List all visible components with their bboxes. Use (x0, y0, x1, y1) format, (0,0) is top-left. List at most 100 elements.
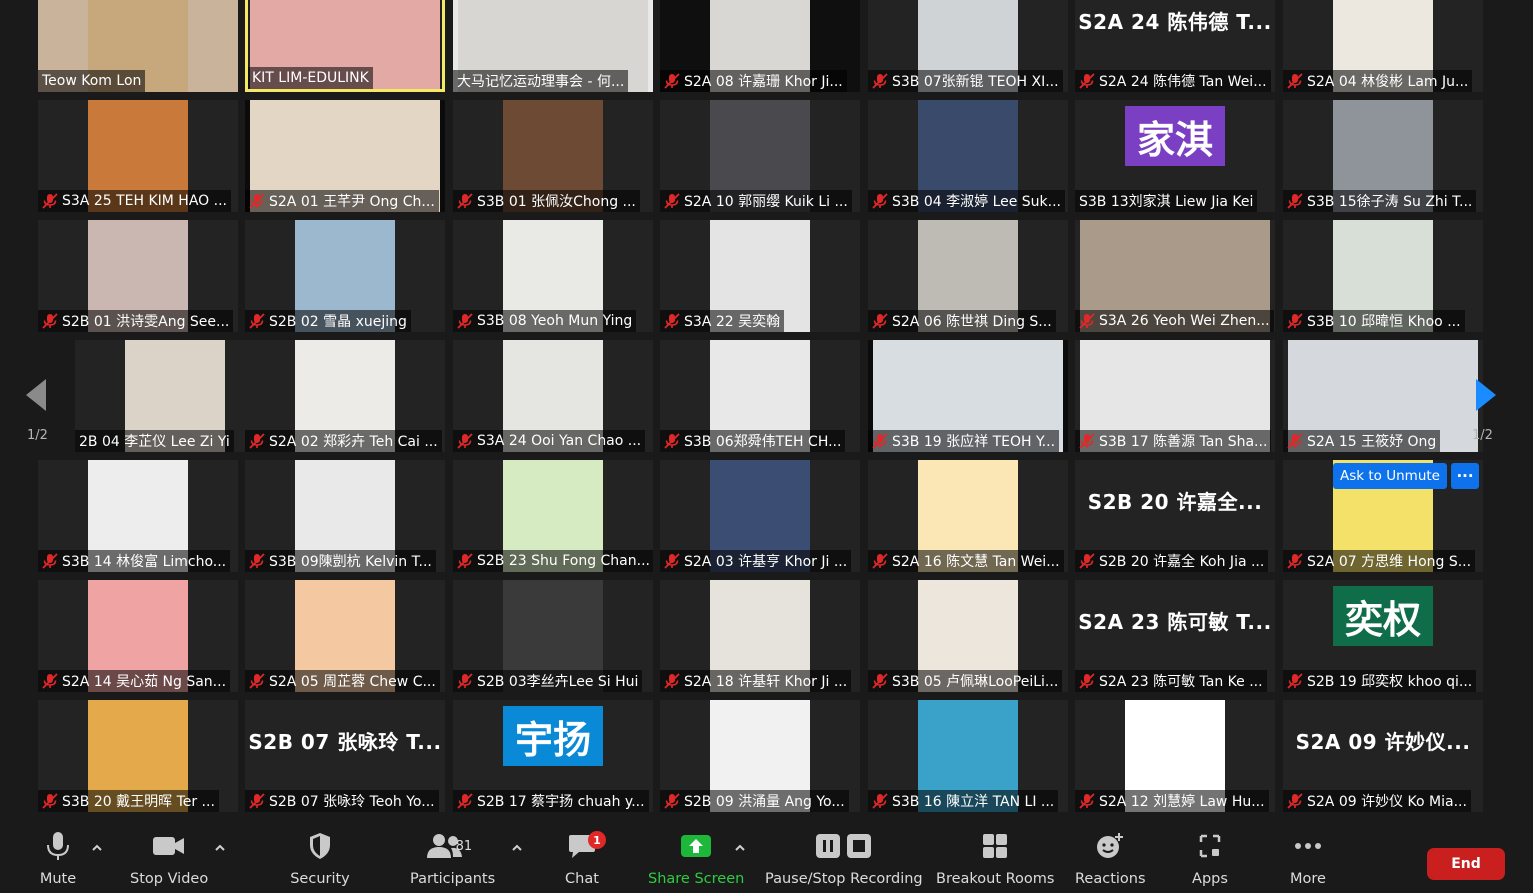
participant-name-tag: S2A 06 陈世祺 Ding S... (868, 310, 1056, 332)
participant-name-tag: S2A 12 刘慧婷 Law Hu... (1075, 790, 1269, 812)
participant-avatar: 奕权 (1333, 586, 1433, 646)
more-button[interactable]: More (1278, 825, 1338, 893)
participant-tile[interactable]: S3B 19 张应祥 TEOH Y... (868, 340, 1068, 452)
participant-name: S2A 23 陈可敏 Tan Ke ... (1099, 674, 1263, 690)
participant-tile[interactable]: S3B 10 邱暐恒 Khoo ... (1283, 220, 1483, 332)
reactions-button[interactable]: Reactions (1075, 825, 1146, 893)
participant-tile[interactable]: S2A 10 郭丽缨 Kuik Li ... (660, 100, 860, 212)
muted-microphone-icon (1079, 553, 1095, 569)
participant-tile[interactable]: 大马记忆运动理事会 - 何... (453, 0, 653, 92)
muted-microphone-icon (872, 553, 888, 569)
participant-tile[interactable]: S3B 08 Yeoh Mun Ying (453, 220, 653, 332)
share-screen-button[interactable]: Share Screen (648, 825, 744, 893)
participant-name-tag: S2A 18 许基轩 Khor Ji ... (660, 670, 852, 692)
participants-button[interactable]: 81 Participants (410, 825, 495, 893)
participant-tile[interactable]: S3B 09陳剴杭 Kelvin T... (245, 460, 445, 572)
participant-name: S2A 02 郑彩卉 Teh Cai ... (269, 434, 438, 450)
participant-tile[interactable]: S2A 01 王芊尹 Ong Ch... (245, 100, 445, 212)
participant-more-button[interactable]: ··· (1451, 463, 1479, 489)
participant-tile[interactable]: S3B 04 李淑婷 Lee Suk... (868, 100, 1068, 212)
participant-name: S3A 25 TEH KIM HAO ... (62, 193, 227, 209)
page-indicator-right: 1/2 (1472, 428, 1493, 443)
share-screen-icon (651, 825, 741, 867)
participant-tile[interactable]: KIT LIM-EDULINK (245, 0, 445, 92)
participant-tile[interactable]: S2A 16 陈文慧 Tan Wei... (868, 460, 1068, 572)
participant-tile[interactable]: S3B 14 林俊富 Limcho... (38, 460, 238, 572)
participant-tile[interactable]: S2A 06 陈世祺 Ding S... (868, 220, 1068, 332)
muted-microphone-icon (457, 313, 473, 329)
participant-tile[interactable]: 家淇 S3B 13刘家淇 Liew Jia Kei (1075, 100, 1275, 212)
participant-name-tag: S2B 01 洪诗雯Ang See... (38, 310, 234, 332)
participant-tile[interactable]: S2A 14 吴心茹 Ng San... (38, 580, 238, 692)
participant-tile[interactable]: S2B 02 雪晶 xuejing (245, 220, 445, 332)
ask-to-unmute-button[interactable]: Ask to Unmute (1333, 463, 1447, 489)
muted-microphone-icon (1079, 313, 1095, 329)
participant-tile[interactable]: S2B 23 Shu Fong Chan... (453, 460, 653, 572)
share-options-chevron-icon[interactable] (733, 840, 747, 854)
participant-name: S3A 22 吴奕翰 (684, 314, 781, 330)
participant-name-tag: 2B 04 李芷仪 Lee Zi Yi (75, 430, 234, 452)
participant-tile[interactable]: S2A 02 郑彩卉 Teh Cai ... (245, 340, 445, 452)
participant-tile[interactable]: S2B 01 洪诗雯Ang See... (38, 220, 238, 332)
next-page-arrow-icon[interactable] (1474, 378, 1498, 412)
recording-label: Pause/Stop Recording (765, 871, 923, 887)
participant-tile[interactable]: S3A 26 Yeoh Wei Zhen... (1075, 220, 1275, 332)
participant-tile[interactable]: S3A 22 吴奕翰 (660, 220, 860, 332)
apps-button[interactable]: Apps (1180, 825, 1240, 893)
participant-tile[interactable]: S3B 07张新锟 TEOH XI... (868, 0, 1068, 92)
participant-tile[interactable]: S2B 07 张咏玲 T... S2B 07 张咏玲 Teoh Yo... (245, 700, 445, 812)
participant-tile[interactable]: S2A 08 许嘉珊 Khor Ji... (660, 0, 860, 92)
participant-tile[interactable]: S2A 23 陈可敏 T... S2A 23 陈可敏 Tan Ke ... (1075, 580, 1275, 692)
end-meeting-button[interactable]: End (1427, 848, 1505, 880)
participant-tile[interactable]: S2A 03 许基亨 Khor Ji ... (660, 460, 860, 572)
muted-microphone-icon (249, 793, 265, 809)
participant-name-tag: S2A 16 陈文慧 Tan Wei... (868, 550, 1064, 572)
security-button[interactable]: Security (290, 825, 350, 893)
chat-button[interactable]: 1 Chat (552, 825, 612, 893)
participant-tile[interactable]: S3B 15徐子涛 Su Zhi T... (1283, 100, 1483, 212)
participant-tile[interactable]: Teow Kom Lon (38, 0, 238, 92)
participant-tile[interactable]: 宇扬 S2B 17 蔡宇扬 chuah y... (453, 700, 653, 812)
participant-tile[interactable]: S3B 05 卢佩琳LooPeiLi... (868, 580, 1068, 692)
participant-tile[interactable]: S3B 20 戴王明晖 Ter ... (38, 700, 238, 812)
participant-tile[interactable]: S3A 24 Ooi Yan Chao ... (453, 340, 653, 452)
participant-tile[interactable]: S2B 20 许嘉全... S2B 20 许嘉全 Koh Jia ... (1075, 460, 1275, 572)
participant-name-tag: S2A 09 许妙仪 Ko Mia... (1283, 790, 1471, 812)
muted-microphone-icon (872, 433, 888, 449)
participant-tile[interactable]: S3B 16 陳立洋 TAN LI ... (868, 700, 1068, 812)
participant-tile[interactable]: S2B 09 洪涌量 Ang Yo... (660, 700, 860, 812)
participant-tile[interactable]: S2A 09 许妙仪... S2A 09 许妙仪 Ko Mia... (1283, 700, 1483, 812)
muted-microphone-icon (872, 193, 888, 209)
stop-video-button[interactable]: Stop Video (130, 825, 208, 893)
participant-name-tag: S2B 20 许嘉全 Koh Jia ... (1075, 550, 1269, 572)
muted-microphone-icon (1287, 313, 1303, 329)
participant-tile[interactable]: S2A 24 陈伟德 T... S2A 24 陈伟德 Tan Wei... (1075, 0, 1275, 92)
participant-tile[interactable]: 奕权 S2B 19 邱奕权 khoo qi... (1283, 580, 1483, 692)
breakout-rooms-button[interactable]: Breakout Rooms (936, 825, 1054, 893)
mute-button[interactable]: Mute (28, 825, 88, 893)
participant-tile[interactable]: S2A 12 刘慧婷 Law Hu... (1075, 700, 1275, 812)
participant-tile[interactable]: S3B 01 张佩汝Chong ... (453, 100, 653, 212)
participant-tile[interactable]: S3B 06郑舜伟TEH CH... (660, 340, 860, 452)
participant-tile[interactable]: S2A 05 周芷蓉 Chew C... (245, 580, 445, 692)
muted-microphone-icon (42, 553, 58, 569)
participant-tile[interactable]: S3B 17 陈善源 Tan Sha... (1075, 340, 1275, 452)
participant-name: S2A 07 方思维 Hong S... (1307, 554, 1472, 570)
participant-tile[interactable]: S2A 15 王筱妤 Ong (1283, 340, 1483, 452)
participant-tile[interactable]: S2A 04 林俊彬 Lam Ju... (1283, 0, 1483, 92)
video-options-chevron-icon[interactable] (213, 840, 227, 854)
participant-name-banner: S2A 23 陈可敏 T... (1078, 609, 1272, 634)
previous-page-arrow-icon[interactable] (24, 378, 48, 412)
participant-name-tag: S2B 17 蔡宇扬 chuah y... (453, 790, 649, 812)
participant-name-tag: S2A 04 林俊彬 Lam Ju... (1283, 70, 1473, 92)
participant-name: S3B 14 林俊富 Limcho... (62, 554, 227, 570)
participant-tile[interactable]: S2B 03李丝卉Lee Si Hui (453, 580, 653, 692)
mute-options-chevron-icon[interactable] (90, 840, 104, 854)
muted-microphone-icon (457, 793, 473, 809)
muted-microphone-icon (1287, 433, 1303, 449)
pause-stop-recording-button[interactable]: Pause/Stop Recording (765, 825, 923, 893)
participant-name: S2B 19 邱奕权 khoo qi... (1307, 674, 1473, 690)
participants-options-chevron-icon[interactable] (510, 840, 524, 854)
participant-tile[interactable]: S3A 25 TEH KIM HAO ... (38, 100, 238, 212)
participant-tile[interactable]: S2A 18 许基轩 Khor Ji ... (660, 580, 860, 692)
